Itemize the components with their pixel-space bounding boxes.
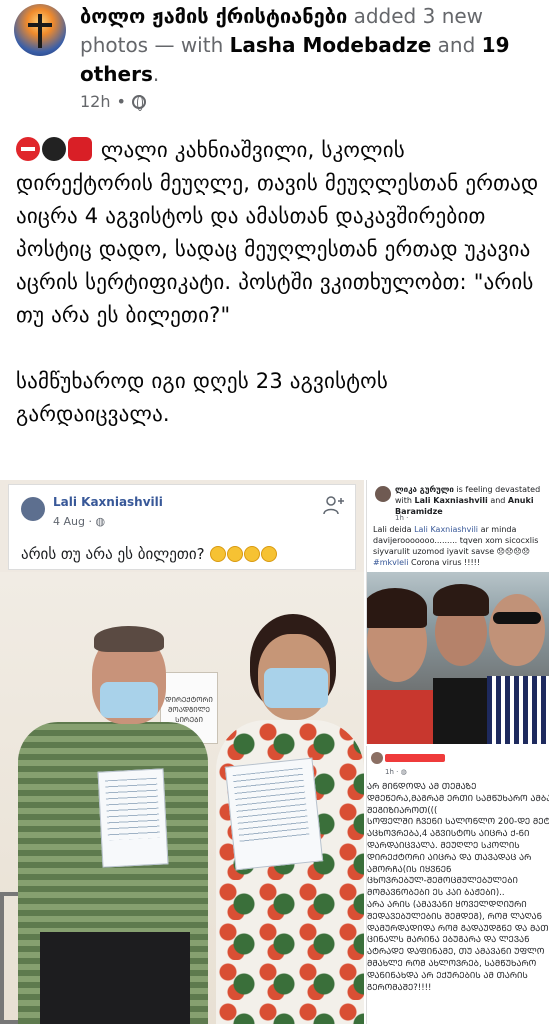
rt-author: ლიკა გურული [395,485,454,494]
post-time[interactable]: 12h [80,92,111,111]
smile-emoji-icon [261,546,278,562]
globe-icon[interactable] [131,94,146,111]
smile-emoji-icon [227,546,244,562]
person-hair [367,588,427,628]
screenshot-post-card: Lali Kaxniashvili 4 Aug · ◍ არის თუ არა … [8,484,356,570]
card-post-text-content: არის თუ არა ეს ბილეთი? [21,545,205,563]
smile-emoji-icon [244,546,261,562]
person-hair [433,584,489,616]
card-avatar [21,497,45,521]
photo-grid: Lali Kaxniashvili 4 Aug · ◍ არის თუ არა … [0,480,549,1024]
post-text: ლალი კახნიაშვილი, სკოლის დირექტორის მეუღ… [16,134,541,464]
rb-globe-icon: ◍ [400,768,407,776]
rt-is: is [453,485,466,494]
rt-text-link: Lali Kaxniashvili [414,525,479,534]
photo-right-top[interactable]: ლიკა გურული is feeling devastated with L… [366,480,549,744]
post-paragraph-1-text: ლალი კახნიაშვილი, სკოლის დირექტორის მეუღ… [16,138,539,327]
rt-time: 1h · [395,514,409,522]
rt-post-text: Lali deida Lali Kaxniashvili ar minda da… [373,524,545,568]
rt-post-header: ლიკა გურული is feeling devastated with L… [395,484,545,517]
group-selfie-photo [367,572,549,744]
rb-avatar [371,752,383,764]
person-face [489,594,545,666]
rb-time-text: 1h · [385,768,401,776]
card-author-name: Lali Kaxniashvili [53,495,163,509]
stop-sign-icon [68,137,92,161]
black-circle-icon [42,137,66,161]
sad-emoji-icon: 😞😞😞😞 [496,547,531,556]
post-header-text: ბოლო ჟამის ქრისტიანები added 3 new photo… [80,2,540,89]
card-post-text: არის თუ არა ეს ბილეთი? [21,545,278,563]
shirt-black [433,678,491,744]
rt-hashtag: #mkvleli [373,558,409,567]
sunglasses [493,612,541,624]
shirt-striped [487,676,549,744]
redacted-name [385,754,445,762]
tagged-user-link[interactable]: Lasha Modebadze [230,33,432,57]
rt-text-1: Lali deida [373,525,415,534]
shirt-red [367,690,437,744]
post-header: ბოლო ჟამის ქრისტიანები added 3 new photo… [0,0,549,120]
rb-post-text: ᲐᲠ ᲛᲘᲜᲓᲝᲓᲐ ᲐᲛ ᲗᲔᲛᲐᲖᲔ ᲓᲛᲔᲬᲔᲠᲐ,ᲛᲐᲒᲠᲐᲛ ᲔᲠᲗᲘ… [367,782,549,993]
vaccination-certificate [224,757,324,871]
card-date-text: 4 Aug · [53,515,92,528]
photo-right-bottom[interactable]: 1h · ◍ ᲐᲠ ᲛᲘᲜᲓᲝᲓᲐ ᲐᲛ ᲗᲔᲛᲐᲖᲔ ᲓᲛᲔᲬᲔᲠᲐ,ᲛᲐᲒᲠ… [366,746,549,1024]
face-mask [264,668,328,708]
photo-left[interactable]: Lali Kaxniashvili 4 Aug · ◍ არის თუ არა … [0,480,364,1024]
cross-icon-bar [28,23,52,27]
page-name-link[interactable]: ბოლო ჟამის ქრისტიანები [80,4,347,28]
cross-icon [38,14,42,48]
post-paragraph-2: სამწუხაროდ იგი დღეს 23 აგვისტოს გარდაიცვ… [16,369,389,426]
and-text: and [431,33,482,57]
rb-time: 1h · ◍ [385,768,407,776]
card-date: 4 Aug · ◍ [53,515,105,528]
smile-emoji-icon [210,546,227,562]
rt-with-1: Lali Kaxniashvili [414,496,488,505]
period: . [152,62,160,86]
post-meta: 12h • [80,92,146,111]
face-mask [100,682,158,718]
card-globe-icon: ◍ [95,515,106,528]
rt-text-3: Corona virus !!!!! [408,558,481,567]
rt-and: and [487,496,508,505]
rt-avatar [375,486,391,502]
no-entry-icon [16,137,40,161]
vaccination-certificate [97,768,169,868]
man-hair [94,626,164,652]
add-friend-icon [323,496,344,515]
post-paragraph-1: ლალი კახნიაშვილი, სკოლის დირექტორის მეუღ… [16,134,541,332]
vaccination-photo: ᲓᲘᲠᲔᲥᲢᲝᲠᲘ ᲛᲝᲐᲓᲒᲘᲚᲔ ᲡᲘᲠᲔᲑᲘ [0,572,364,1024]
man-pants [40,932,190,1024]
meta-dot: • [116,92,126,111]
page-avatar[interactable] [14,4,66,56]
